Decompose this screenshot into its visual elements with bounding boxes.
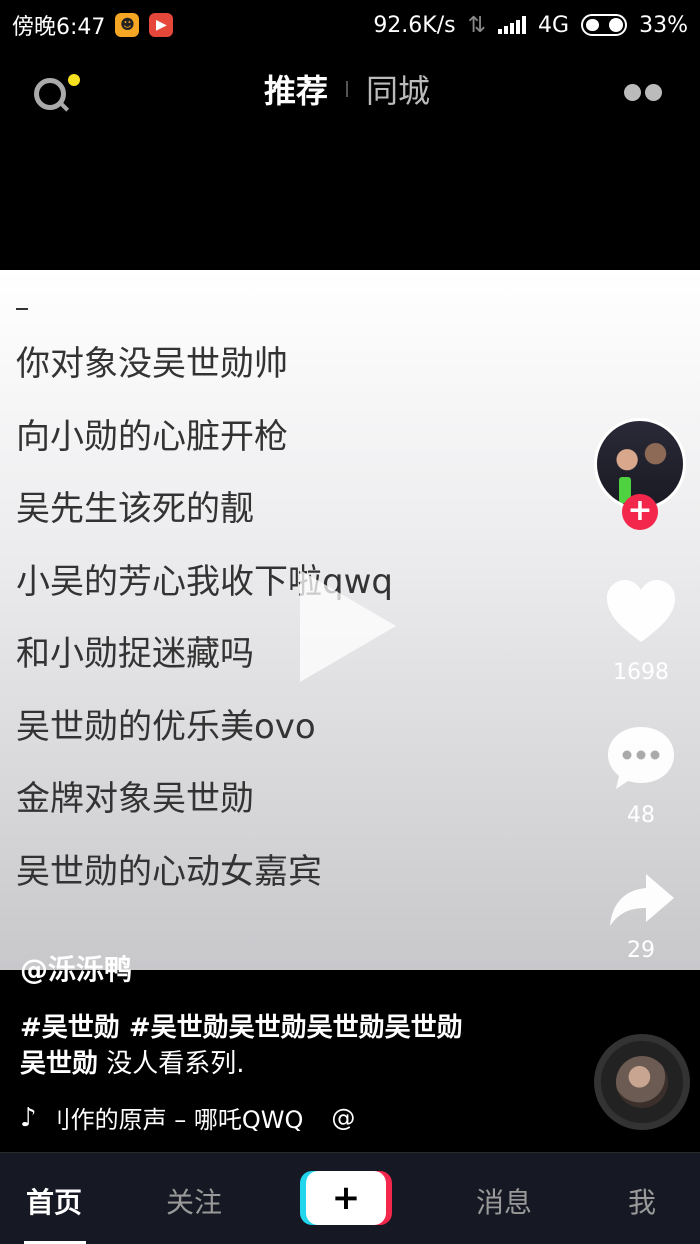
music-disc-cover	[616, 1056, 668, 1108]
hashtags[interactable]: #吴世勋 #吴世勋吴世勋吴世勋吴世勋	[20, 1010, 580, 1046]
music-note-icon: ♪	[20, 1102, 37, 1133]
battery-icon	[581, 14, 628, 36]
lyric-dash	[16, 308, 28, 310]
video-caption: @泺泺鸭 #吴世勋 #吴世勋吴世勋吴世勋吴世勋 吴世勋 没人看系列.	[20, 948, 580, 1082]
description-text: 没人看系列.	[98, 1049, 245, 1079]
share-count: 29	[627, 938, 655, 963]
comment-icon[interactable]	[606, 725, 676, 791]
lyric-line: 金牌对象吴世勋	[16, 779, 254, 819]
follow-plus-button[interactable]: +	[622, 494, 658, 530]
status-time: 傍晚6:47	[12, 15, 106, 40]
nav-home[interactable]: 首页	[26, 1181, 82, 1221]
video-player[interactable]: 你对象没吴世勋帅 向小勋的心脏开枪 吴先生该死的靓 小吴的芳心我收下啦qwq 和…	[0, 270, 700, 970]
heart-icon[interactable]	[605, 578, 677, 646]
music-title[interactable]: 刂作的原声 – 哪吒QWQ	[47, 1100, 304, 1135]
bottom-nav: 首页 关注 + 消息 我	[0, 1152, 700, 1244]
app-notification-icon: ☻	[115, 13, 140, 37]
data-transfer-icon: ⇅	[467, 12, 487, 38]
network-type: 4G	[538, 12, 570, 38]
notification-dot	[68, 74, 80, 86]
author-username[interactable]: @泺泺鸭	[20, 948, 580, 988]
music-tail: @	[331, 1103, 356, 1132]
signal-icon	[498, 16, 527, 34]
feed-tabs: 推荐 同城	[264, 66, 430, 112]
nav-me[interactable]: 我	[628, 1181, 656, 1221]
battery-percent: 33%	[639, 12, 688, 38]
lyric-line: 向小勋的心脏开枪	[16, 416, 288, 457]
description-tag[interactable]: 吴世勋	[20, 1049, 98, 1079]
nav-messages[interactable]: 消息	[476, 1181, 532, 1221]
live-dots-icon[interactable]	[624, 84, 662, 101]
comment-count: 48	[627, 803, 655, 828]
lyric-line: 你对象没吴世勋帅	[16, 344, 288, 384]
search-icon[interactable]	[34, 78, 66, 110]
video-app-notification-icon: ▶	[149, 13, 174, 37]
tab-recommend[interactable]: 推荐	[264, 66, 328, 112]
music-row[interactable]: ♪ 刂作的原声 – 哪吒QWQ @	[20, 1100, 355, 1135]
lyric-line: 吴世勋的心动女嘉宾	[16, 851, 322, 892]
lyric-line: 吴先生该死的靓	[16, 489, 254, 529]
status-bar: 傍晚6:47 ☻ ▶ 92.6K/s ⇅ 4G 33%	[0, 0, 700, 50]
create-button[interactable]: +	[306, 1171, 386, 1225]
nav-follow[interactable]: 关注	[166, 1181, 222, 1221]
tab-divider	[346, 81, 349, 97]
music-disc[interactable]	[594, 1034, 690, 1130]
top-nav: 推荐 同城	[0, 50, 700, 130]
lyric-line: 吴世勋的优乐美ovo	[16, 706, 316, 747]
battery-fill	[586, 19, 600, 31]
description: 吴世勋 没人看系列.	[20, 1046, 580, 1082]
tab-local[interactable]: 同城	[366, 66, 430, 112]
share-icon[interactable]	[606, 870, 676, 930]
like-count: 1698	[613, 660, 669, 685]
play-icon[interactable]	[300, 570, 396, 682]
network-speed: 92.6K/s	[373, 12, 456, 38]
